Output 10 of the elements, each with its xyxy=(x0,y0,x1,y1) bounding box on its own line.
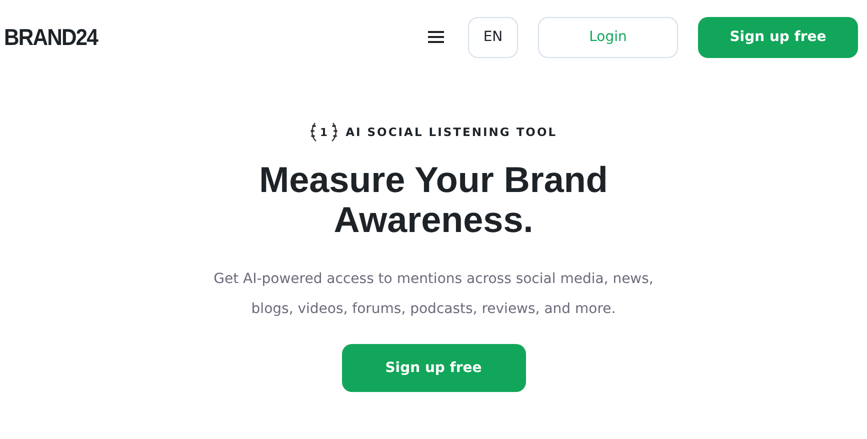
badge-text: AI SOCIAL LISTENING TOOL xyxy=(346,125,558,139)
laurel-badge: 1 xyxy=(310,122,338,142)
language-button[interactable]: EN xyxy=(468,16,518,58)
hero-title: Measure Your Brand Awareness. xyxy=(258,160,609,240)
hero-description: Get AI-powered access to mentions across social media, news, blogs, videos, forums, podcasts, reviews, and more. xyxy=(214,270,654,319)
login-button[interactable]: Login xyxy=(538,16,678,58)
menu-icon[interactable] xyxy=(428,31,444,43)
signup-button[interactable]: Sign up free xyxy=(698,16,858,58)
signup-button[interactable]: Sign up free xyxy=(342,344,526,392)
logo[interactable]: BRAND24 xyxy=(4,24,98,50)
